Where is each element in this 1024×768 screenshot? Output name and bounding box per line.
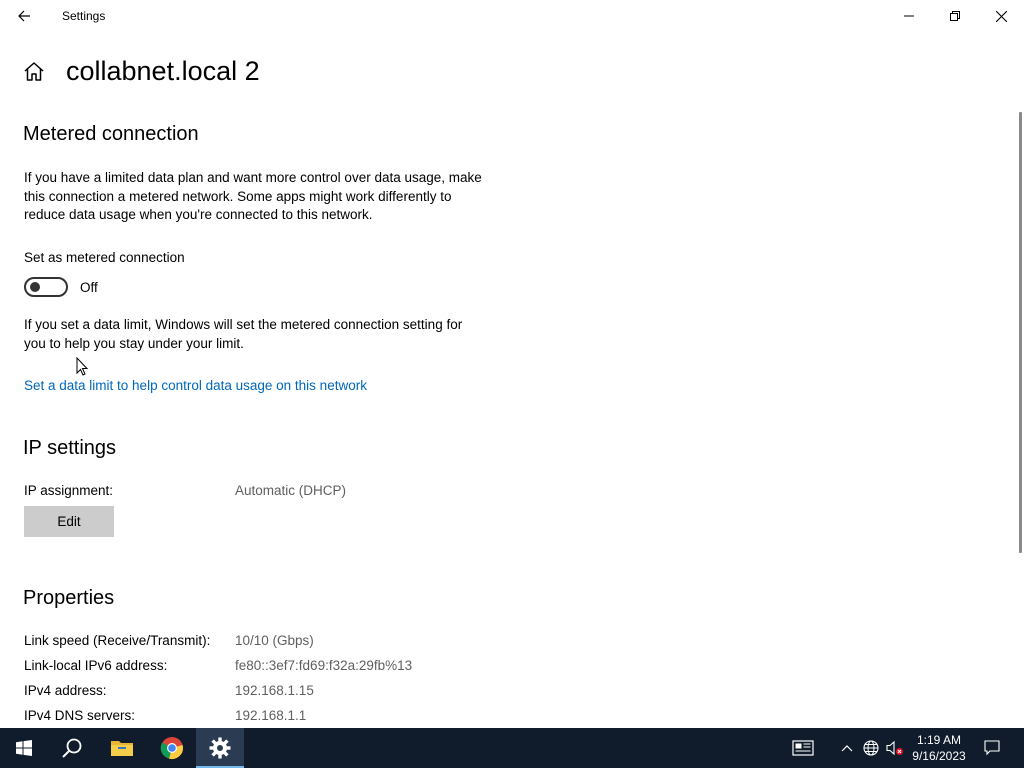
property-label: Link speed (Receive/Transmit): [24, 633, 211, 648]
ip-settings-heading: IP settings [23, 437, 117, 459]
search-button[interactable] [48, 728, 96, 768]
metered-toggle-label: Set as metered connection [24, 250, 185, 265]
property-label: IPv4 DNS servers: [24, 708, 136, 723]
minimize-button[interactable] [886, 0, 932, 32]
clock-time: 1:19 AM [916, 733, 962, 747]
data-limit-description: If you set a data limit, Windows will se… [24, 317, 463, 351]
chrome-button[interactable] [148, 728, 196, 768]
vertical-scrollbar[interactable] [1019, 112, 1022, 553]
start-icon [16, 740, 32, 756]
minimize-icon [904, 15, 914, 17]
set-data-limit-link[interactable]: Set a data limit to help control data us… [24, 378, 367, 393]
mouse-cursor-icon [76, 357, 89, 376]
ip-assignment-label: IP assignment: [24, 483, 114, 498]
search-icon [62, 738, 82, 758]
settings-icon [209, 737, 231, 759]
back-arrow-icon [18, 10, 30, 22]
close-icon [995, 10, 1007, 22]
settings-taskbar-button[interactable] [196, 728, 244, 768]
close-button[interactable] [978, 0, 1024, 32]
property-value: 10/10 (Gbps) [235, 633, 314, 648]
start-button[interactable] [0, 728, 48, 768]
network-globe-icon [863, 740, 879, 756]
property-value: 192.168.1.15 [235, 683, 314, 698]
ip-assignment-value: Automatic (DHCP) [235, 483, 347, 498]
file-explorer-icon [111, 741, 133, 756]
metered-toggle[interactable] [24, 277, 68, 297]
metered-description: If you have a limited data plan and want… [24, 170, 482, 222]
network-button[interactable] [860, 728, 882, 768]
action-center-button[interactable] [976, 728, 1008, 768]
page-title: collabnet.local 2 [66, 56, 260, 86]
news-button[interactable] [786, 728, 820, 768]
volume-button[interactable] [884, 728, 906, 768]
property-label: IPv4 address: [24, 683, 107, 698]
property-value: fe80::3ef7:fd69:f32a:29fb%13 [235, 658, 413, 673]
window-title: Settings [62, 9, 106, 23]
property-value: 192.168.1.1 [235, 708, 307, 723]
clock[interactable]: 1:19 AM 9/16/2023 [908, 732, 970, 766]
show-hidden-icons-button[interactable] [836, 728, 858, 768]
volume-muted-icon [886, 740, 903, 756]
news-icon [792, 740, 814, 756]
clock-date: 9/16/2023 [912, 749, 966, 763]
notification-icon [984, 740, 1000, 756]
toggle-knob [30, 282, 40, 292]
properties-heading: Properties [23, 587, 115, 609]
home-icon [24, 62, 44, 81]
chevron-up-icon [841, 745, 853, 752]
home-button[interactable] [22, 60, 46, 84]
restore-button[interactable] [932, 0, 978, 32]
metered-toggle-state: Off [80, 280, 98, 295]
settings-window: Settings collabnet.local 2 Metered conne… [0, 0, 1024, 728]
back-button[interactable] [8, 4, 40, 28]
property-label: Link-local IPv6 address: [24, 658, 168, 673]
chrome-icon [160, 737, 183, 759]
restore-icon [950, 11, 960, 21]
metered-connection-heading: Metered connection [23, 123, 199, 145]
title-bar: Settings [0, 0, 1024, 32]
edit-ip-button[interactable]: Edit [24, 506, 114, 537]
file-explorer-button[interactable] [98, 728, 146, 768]
taskbar: 1:19 AM 9/16/2023 [0, 728, 1024, 768]
